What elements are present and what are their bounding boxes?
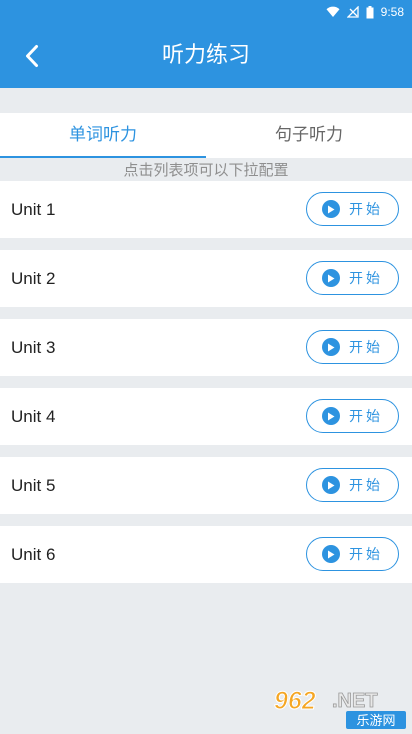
unit-label: Unit 6 — [11, 545, 56, 564]
tab-bar: 单词听力 句子听力 — [0, 113, 412, 158]
page-title: 听力练习 — [161, 43, 250, 68]
tab-sentence-listening-label: 句子听力 — [275, 125, 343, 145]
active-tab-indicator — [0, 156, 206, 158]
unit-label: Unit 2 — [11, 269, 56, 288]
status-icons: 9:58 — [326, 3, 404, 21]
start-label: 开始 — [349, 202, 383, 218]
start-button[interactable]: 开始 — [306, 261, 399, 295]
list-item-unit-5[interactable]: Unit 5 开始 — [0, 457, 412, 514]
list-item-unit-4[interactable]: Unit 4 开始 — [0, 388, 412, 445]
tab-sentence-listening[interactable]: 句子听力 — [206, 113, 412, 158]
list-item-unit-1[interactable]: Unit 1 开始 — [0, 181, 412, 238]
start-button[interactable]: 开始 — [306, 399, 399, 433]
svg-text:乐游网: 乐游网 — [356, 714, 395, 729]
list-item-unit-3[interactable]: Unit 3 开始 — [0, 319, 412, 376]
play-icon — [322, 407, 340, 425]
start-label: 开始 — [349, 340, 383, 356]
start-label: 开始 — [349, 547, 383, 563]
start-label: 开始 — [349, 409, 383, 425]
unit-list: Unit 1 开始 Unit 2 开始 Unit 3 开始 Unit 4 开始 … — [0, 181, 412, 595]
play-icon — [322, 338, 340, 356]
battery-icon — [366, 5, 374, 18]
status-time: 9:58 — [380, 5, 404, 19]
start-button[interactable]: 开始 — [306, 537, 399, 571]
start-button[interactable]: 开始 — [306, 192, 399, 226]
list-item-unit-6[interactable]: Unit 6 开始 — [0, 526, 412, 583]
unit-label: Unit 4 — [11, 407, 56, 426]
start-label: 开始 — [349, 271, 383, 287]
status-bar: 9:58 — [0, 0, 412, 24]
unit-label: Unit 5 — [11, 476, 56, 495]
unit-label: Unit 3 — [11, 338, 56, 357]
watermark-logo: 962 .NET 乐游网 — [274, 687, 406, 729]
play-icon — [322, 476, 340, 494]
svg-text:.NET: .NET — [332, 690, 378, 712]
play-icon — [322, 200, 340, 218]
signal-icon — [346, 6, 359, 18]
start-button[interactable]: 开始 — [306, 468, 399, 502]
play-icon — [322, 269, 340, 287]
start-button[interactable]: 开始 — [306, 330, 399, 364]
tab-word-listening-label: 单词听力 — [69, 125, 137, 145]
tab-word-listening[interactable]: 单词听力 — [0, 113, 206, 158]
unit-label: Unit 1 — [11, 200, 56, 219]
svg-text:962: 962 — [274, 687, 316, 715]
start-label: 开始 — [349, 478, 383, 494]
list-item-unit-2[interactable]: Unit 2 开始 — [0, 250, 412, 307]
wifi-icon — [326, 6, 340, 17]
hint-text: 点击列表项可以下拉配置 — [123, 161, 289, 179]
app-bar: 听力练习 — [0, 24, 412, 88]
play-icon — [322, 545, 340, 563]
